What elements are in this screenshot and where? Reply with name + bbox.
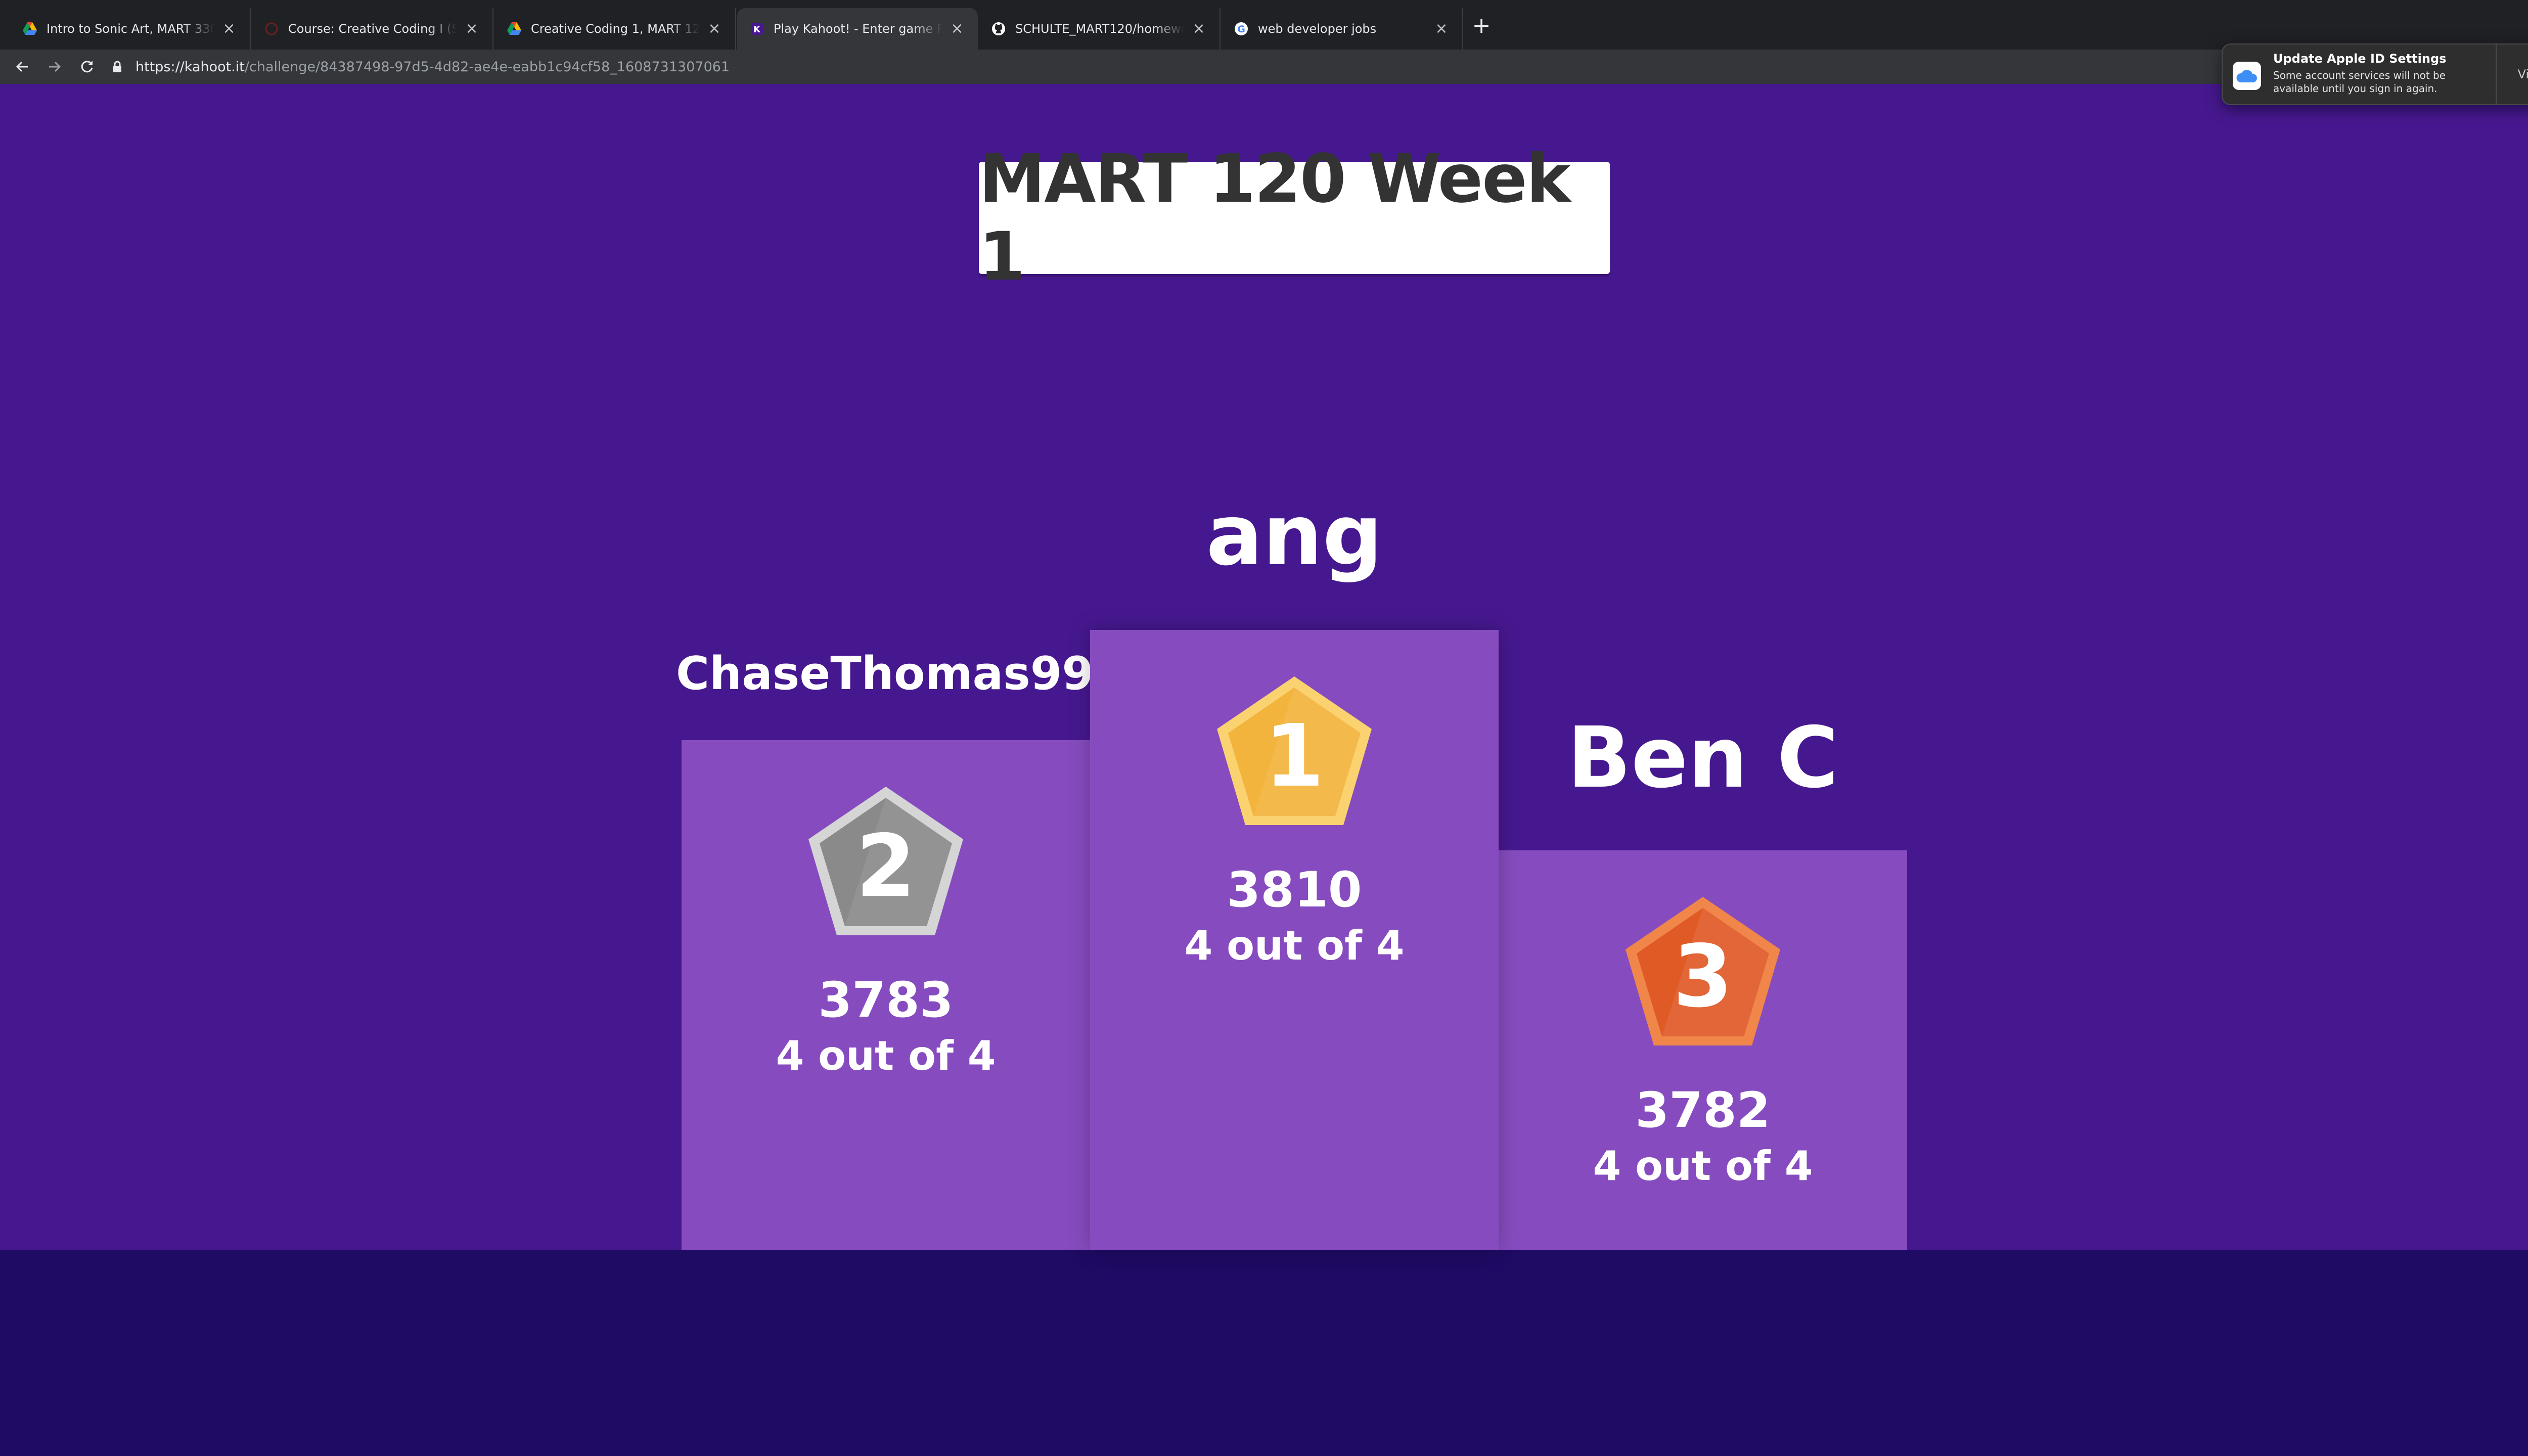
browser-tab-bar: Intro to Sonic Art, MART 330 | × Course:… <box>0 0 2528 50</box>
podium-floor <box>0 1250 2528 1456</box>
medal-rank: 3 <box>1673 927 1733 1027</box>
notification-view-button[interactable]: View <box>2497 44 2528 104</box>
notification-title: Update Apple ID Settings <box>2273 52 2447 66</box>
google-drive-icon <box>507 21 522 36</box>
back-button[interactable] <box>11 56 33 78</box>
close-icon[interactable]: × <box>949 20 966 37</box>
second-place-name: ChaseThomas99 <box>675 647 1094 700</box>
forward-button[interactable] <box>43 56 66 78</box>
lock-icon <box>112 61 127 73</box>
svg-text:G: G <box>1237 24 1245 35</box>
game-title: MART 120 Week 1 <box>979 140 1570 296</box>
tab-title: web developer jobs <box>1258 22 1377 36</box>
third-place-podium: 3 3782 4 out of 4 <box>1499 850 1907 1250</box>
browser-tab[interactable]: Course: Creative Coding I (Sec × <box>252 8 493 50</box>
tab-title: Course: Creative Coding I (Sec <box>288 22 457 36</box>
notification-banner[interactable]: Update Apple ID Settings Some account se… <box>2222 43 2528 105</box>
first-place-correct: 4 out of 4 <box>1184 922 1405 969</box>
first-place-podium: 1 3810 4 out of 4 <box>1090 630 1499 1250</box>
browser-tab-active[interactable]: K Play Kahoot! - Enter game PIN × <box>737 8 978 50</box>
browser-tab[interactable]: Creative Coding 1, MART 120 | × <box>494 8 736 50</box>
close-icon[interactable]: × <box>1190 20 1207 37</box>
reload-icon <box>81 61 93 73</box>
new-tab-button[interactable]: + <box>1469 14 1494 38</box>
bronze-medal-icon: 3 <box>1619 894 1786 1051</box>
close-icon[interactable]: × <box>463 20 480 37</box>
close-icon[interactable]: × <box>220 20 238 37</box>
close-icon[interactable]: × <box>706 20 723 37</box>
browser-tab[interactable]: SCHULTE_MART120/homework × <box>979 8 1221 50</box>
icloud-icon <box>2233 62 2261 90</box>
tab-title: SCHULTE_MART120/homework <box>1015 22 1184 36</box>
url-path: /challenge/84387498-97d5-4d82-ae4e-eabb1… <box>244 59 730 75</box>
address-bar[interactable]: https://kahoot.it/challenge/84387498-97d… <box>112 54 2226 80</box>
gold-medal-icon: 1 <box>1211 673 1378 830</box>
arrow-left-icon <box>16 61 28 72</box>
third-place-correct: 4 out of 4 <box>1593 1143 1813 1190</box>
tab-title: Play Kahoot! - Enter game PIN <box>774 22 942 36</box>
kahoot-icon: K <box>749 21 764 36</box>
url-host: https://kahoot.it <box>136 59 245 75</box>
third-place-score: 3782 <box>1635 1082 1771 1139</box>
second-place-podium: 2 3783 4 out of 4 <box>682 740 1090 1250</box>
google-icon: G <box>1234 21 1249 36</box>
close-icon[interactable]: × <box>1433 20 1450 37</box>
second-place-score: 3783 <box>818 972 954 1028</box>
moodle-icon <box>264 21 279 36</box>
notification-body: Some account services will not be availa… <box>2273 69 2446 95</box>
first-place-name: ang <box>1206 487 1383 584</box>
game-title-card: MART 120 Week 1 <box>979 140 1610 296</box>
third-place-name: Ben C <box>1567 709 1839 807</box>
medal-rank: 1 <box>1265 706 1324 806</box>
browser-tab[interactable]: G web developer jobs × <box>1222 8 1463 50</box>
browser-tab[interactable]: Intro to Sonic Art, MART 330 | × <box>10 8 251 50</box>
google-drive-icon <box>22 21 37 36</box>
silver-medal-icon: 2 <box>802 784 969 940</box>
second-place-correct: 4 out of 4 <box>776 1032 996 1079</box>
first-place-score: 3810 <box>1227 861 1362 918</box>
tab-title: Creative Coding 1, MART 120 | <box>531 22 700 36</box>
medal-rank: 2 <box>856 816 916 917</box>
github-icon <box>991 21 1006 36</box>
arrow-right-icon <box>49 61 61 72</box>
tab-title: Intro to Sonic Art, MART 330 | <box>47 22 214 36</box>
svg-text:K: K <box>753 24 761 35</box>
reload-button[interactable] <box>76 56 98 78</box>
browser-toolbar: https://kahoot.it/challenge/84387498-97d… <box>0 50 2528 84</box>
